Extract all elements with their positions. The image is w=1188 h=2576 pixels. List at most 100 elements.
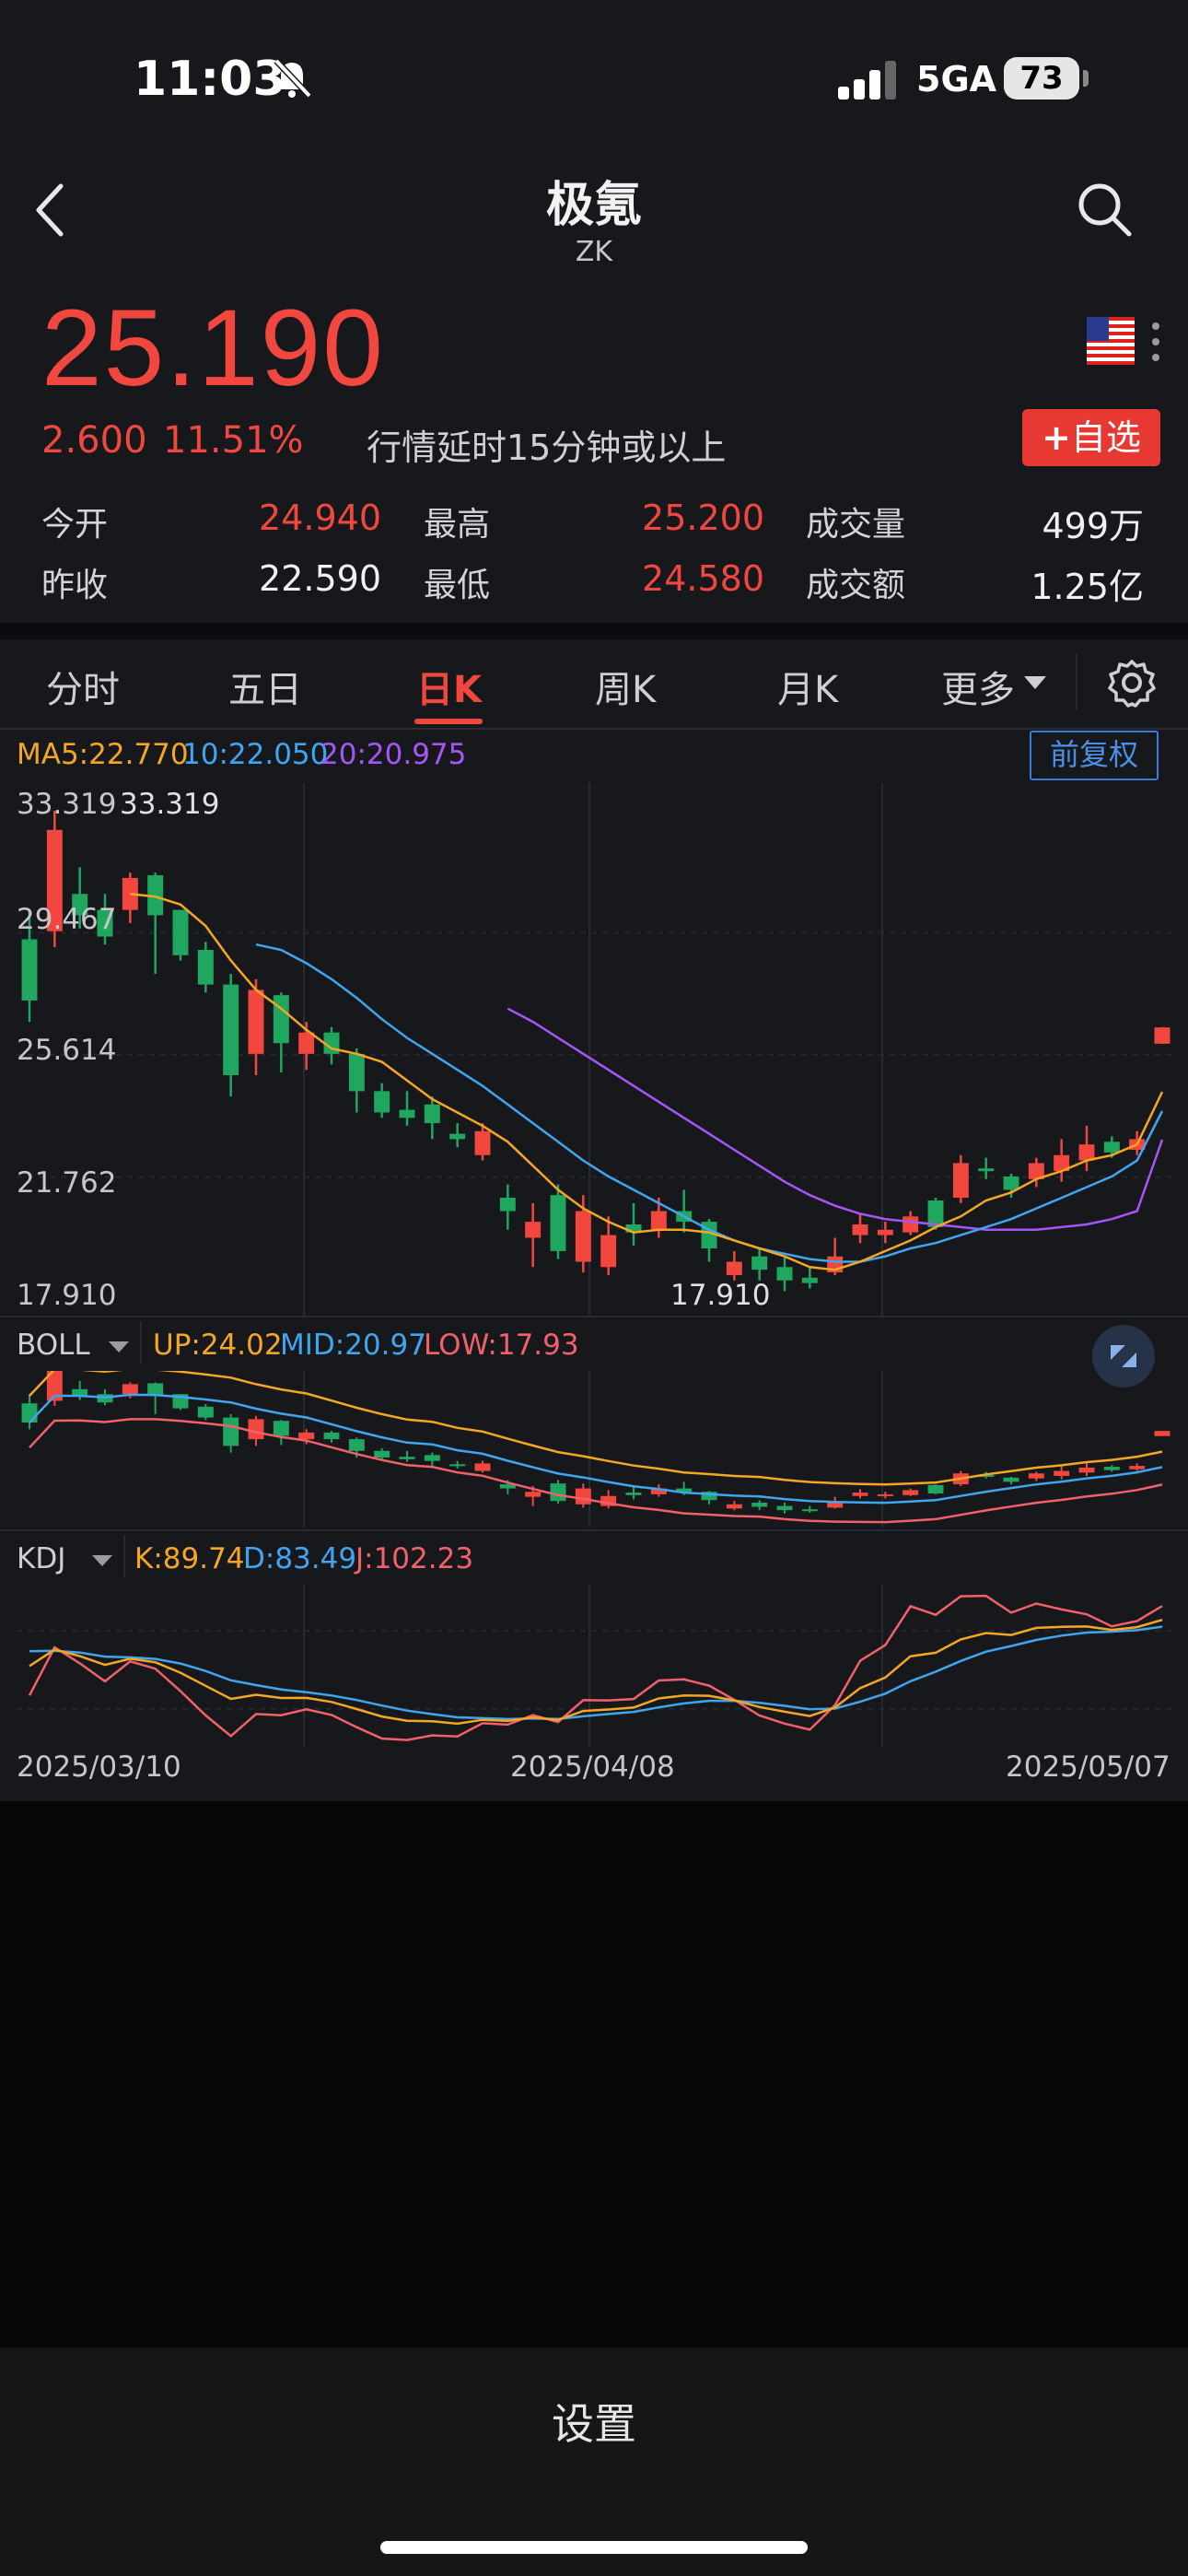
gear-icon[interactable] (1107, 658, 1157, 708)
kdj-k: K:89.74 (134, 1542, 245, 1575)
boll-candle-body-40 (1028, 1473, 1044, 1479)
boll-candle-body-29 (751, 1502, 768, 1507)
candle-body-23 (600, 1235, 617, 1268)
ma20-legend: 20:20.975 (320, 738, 467, 771)
tab-intraday[interactable]: 分时 (46, 660, 120, 713)
boll-candle-body-36 (927, 1484, 944, 1494)
battery-tip (1083, 70, 1089, 87)
boll-up: UP:24.02 (153, 1329, 283, 1362)
quote-panel: 11:03 5GA 73 极氪 ZK 25.190 2.600 11.51% 行… (0, 0, 1188, 1801)
tab-five-day[interactable]: 五日 (228, 660, 302, 713)
y-axis-label-2: 29.467 (17, 903, 117, 936)
tab-daily-k[interactable]: 日K (416, 660, 482, 713)
boll-sep (140, 1321, 142, 1364)
bell-muted-icon (274, 58, 312, 99)
candle-body-9 (248, 989, 264, 1054)
candle-body-22 (575, 1211, 591, 1262)
turnover-label: 成交额 (806, 567, 906, 604)
boll-candle-body-21 (550, 1483, 566, 1502)
kdj-d: D:83.49 (243, 1542, 357, 1575)
y-axis-label-max: 33.319 (17, 788, 117, 821)
candle-body-33 (852, 1224, 868, 1235)
kdj-selector[interactable]: KDJ (17, 1542, 65, 1575)
kdj-j-line (28, 1594, 1163, 1741)
boll-selector[interactable]: BOLL (17, 1329, 90, 1362)
high-label: 最高 (424, 506, 491, 544)
kdj-chart[interactable] (0, 1585, 1188, 1747)
adjust-mode-button[interactable]: 前复权 (1030, 731, 1159, 780)
candle-body-0 (21, 939, 38, 1001)
tab-more[interactable]: 更多 (941, 660, 1015, 713)
prev-close-value: 22.590 (259, 558, 381, 599)
boll-candle-body-11 (298, 1432, 315, 1440)
ma5-line (130, 893, 1164, 1271)
boll-chart[interactable] (0, 1371, 1188, 1528)
kdj-divider (0, 1529, 1188, 1531)
min-price-marker: 17.910 (670, 1279, 771, 1312)
open-value: 24.940 (259, 498, 381, 538)
boll-candle-body-28 (726, 1504, 742, 1509)
candle-body-29 (751, 1256, 768, 1270)
candle-body-43 (1103, 1142, 1120, 1153)
boll-caret-icon[interactable] (109, 1341, 129, 1354)
candle-body-45 (1154, 1027, 1171, 1044)
x-axis-date-end: 2025/05/07 (1006, 1751, 1171, 1784)
candle-body-13 (348, 1053, 365, 1092)
y-axis-label-3: 25.614 (17, 1034, 117, 1067)
battery-icon: 73 (1004, 57, 1079, 100)
boll-candle-body-9 (248, 1419, 264, 1440)
candle-body-30 (776, 1267, 793, 1281)
stock-ticker: ZK (575, 236, 613, 268)
boll-candle-body-33 (852, 1493, 868, 1496)
kdj-j: J:102.23 (355, 1542, 474, 1575)
tab-monthly-k[interactable]: 月K (777, 660, 838, 713)
search-icon[interactable] (1074, 179, 1135, 240)
candle-body-20 (525, 1222, 542, 1238)
tab-weekly-k[interactable]: 周K (595, 660, 656, 713)
open-label: 今开 (41, 506, 109, 544)
low-label: 最低 (424, 567, 491, 604)
boll-candle-body-43 (1103, 1467, 1120, 1470)
boll-divider (0, 1316, 1188, 1317)
x-axis-date-mid: 2025/04/08 (510, 1751, 675, 1784)
candle-body-16 (424, 1104, 440, 1124)
candle-body-19 (499, 1198, 516, 1212)
candlestick-chart[interactable] (0, 783, 1188, 1317)
candle-body-38 (978, 1168, 995, 1172)
volume-label: 成交量 (806, 506, 906, 544)
y-axis-label-min: 17.910 (17, 1279, 117, 1312)
boll-up-line (29, 1371, 1163, 1486)
candle-body-28 (726, 1261, 742, 1275)
settings-button[interactable]: 设置 (0, 2391, 1188, 2452)
price-change-pct: 11.51% (163, 419, 304, 462)
boll-candle-body-7 (197, 1406, 214, 1418)
boll-candle-body-16 (424, 1455, 440, 1461)
kdj-sep (123, 1535, 125, 1577)
ma5-legend: MA5:22.770 (17, 738, 189, 771)
boll-candle-body-34 (877, 1493, 893, 1496)
max-price-marker: 33.319 (120, 788, 220, 821)
turnover-value: 1.25亿 (1031, 567, 1144, 607)
period-tabs: 分时 五日 日K 周K 月K 更多 (0, 639, 1188, 730)
candle-body-35 (903, 1216, 919, 1233)
kdj-caret-icon[interactable] (92, 1555, 112, 1568)
candle-body-31 (801, 1277, 818, 1283)
boll-candle-body-32 (827, 1502, 844, 1508)
x-axis-date-start: 2025/03/10 (17, 1751, 181, 1784)
stock-name: 极氪 (545, 178, 642, 233)
more-dots-icon[interactable] (1149, 319, 1162, 365)
boll-candle-body-8 (223, 1417, 239, 1446)
network-type: 5GA (916, 59, 997, 100)
boll-low-line (29, 1418, 1163, 1524)
add-watchlist-button[interactable]: +自选 (1022, 409, 1160, 466)
candle-body-11 (298, 1032, 315, 1054)
boll-candle-body-13 (348, 1439, 365, 1451)
delay-note: 行情延时15分钟或以上 (367, 427, 727, 468)
candle-body-8 (223, 984, 239, 1075)
boll-candle-body-17 (449, 1464, 466, 1467)
candle-body-15 (399, 1109, 415, 1118)
boll-candle-body-42 (1078, 1467, 1095, 1473)
section-divider (0, 623, 1188, 639)
candle-body-25 (650, 1211, 667, 1230)
low-value: 24.580 (642, 558, 764, 599)
